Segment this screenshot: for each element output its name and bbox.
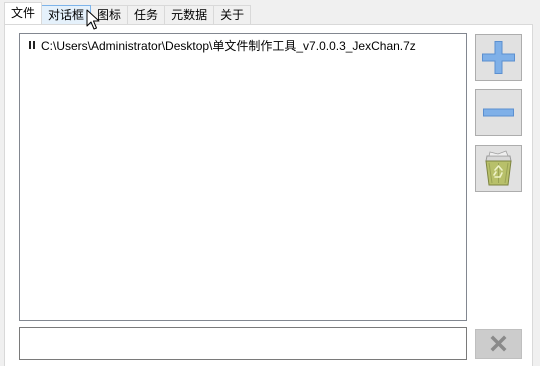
minus-icon [483,108,514,117]
tab-strip: 文件 对话框 图标 任务 元数据 关于 [4,2,252,24]
list-item[interactable]: C:\Users\Administrator\Desktop\单文件制作工具_v… [20,37,466,53]
remove-file-button[interactable] [475,89,522,136]
empty-list-button[interactable] [475,145,522,192]
file-list[interactable]: C:\Users\Administrator\Desktop\单文件制作工具_v… [19,33,467,321]
tab-dialog[interactable]: 对话框 [41,5,92,24]
clear-input-button[interactable] [475,329,522,359]
tab-metadata[interactable]: 元数据 [164,5,215,24]
recycle-bin-icon [485,150,512,186]
add-file-button[interactable] [475,34,522,81]
path-input[interactable] [19,327,467,360]
plus-icon [482,41,515,74]
tab-files[interactable]: 文件 [4,2,43,24]
tab-about[interactable]: 关于 [213,5,252,24]
mouse-cursor-icon [86,9,100,30]
x-icon [490,335,507,352]
tab-tasks[interactable]: 任务 [127,5,166,24]
file-path-label: C:\Users\Administrator\Desktop\单文件制作工具_v… [41,38,416,53]
drag-handle-icon[interactable] [29,41,35,49]
tab-panel-files: C:\Users\Administrator\Desktop\单文件制作工具_v… [4,24,533,366]
